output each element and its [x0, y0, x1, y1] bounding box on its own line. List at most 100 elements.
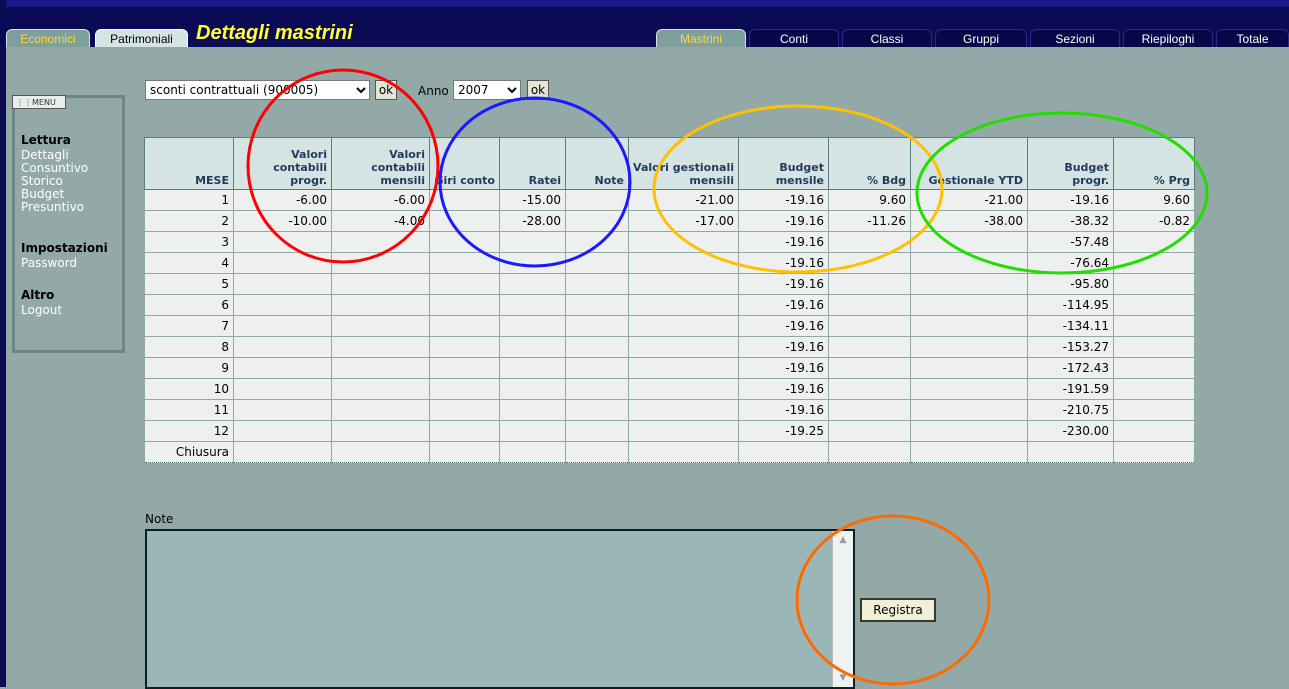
- scroll-down-icon[interactable]: ▼: [833, 669, 853, 687]
- tab-sezioni[interactable]: Sezioni: [1030, 29, 1120, 47]
- value-cell: [910, 273, 1028, 295]
- value-cell: [233, 378, 332, 400]
- value-cell: [429, 273, 500, 295]
- value-cell: [499, 315, 566, 337]
- value-cell: [1113, 378, 1195, 400]
- year-select[interactable]: 2007: [453, 80, 521, 100]
- value-cell: [499, 378, 566, 400]
- tab-mastrini[interactable]: Mastrini: [656, 29, 746, 47]
- value-cell: [565, 210, 629, 232]
- value-cell: -6.00: [233, 189, 332, 211]
- tab-economici[interactable]: Economici: [6, 29, 90, 47]
- value-cell: [628, 336, 739, 358]
- value-cell: [828, 315, 911, 337]
- account-ok-button[interactable]: ok: [375, 80, 397, 100]
- menu-item-storico[interactable]: Storico: [21, 174, 63, 188]
- value-cell: [910, 336, 1028, 358]
- value-cell: [565, 357, 629, 379]
- table-row: 12 -19.25 -230.00: [144, 420, 1195, 442]
- value-cell: [429, 252, 500, 274]
- table-row: 9 -19.16 -172.43: [144, 357, 1195, 379]
- value-cell: [565, 231, 629, 253]
- value-cell: -172.43: [1027, 357, 1114, 379]
- value-cell: -19.16: [738, 189, 829, 211]
- value-cell: [233, 315, 332, 337]
- value-cell: -19.16: [738, 378, 829, 400]
- value-cell: -0.82: [1113, 210, 1195, 232]
- scroll-up-icon[interactable]: ▲: [833, 531, 853, 549]
- value-cell: [1113, 231, 1195, 253]
- value-cell: -6.00: [331, 189, 430, 211]
- tab-patrimoniali[interactable]: Patrimoniali: [95, 29, 188, 47]
- value-cell: [331, 273, 430, 295]
- registra-button[interactable]: Registra: [860, 598, 936, 622]
- menu-item-consuntivo[interactable]: Consuntivo: [21, 161, 88, 175]
- value-cell: [828, 420, 911, 442]
- value-cell: -134.11: [1027, 315, 1114, 337]
- value-cell: -191.59: [1027, 378, 1114, 400]
- value-cell: [331, 294, 430, 316]
- month-cell: 10: [144, 378, 234, 400]
- value-cell: [828, 399, 911, 421]
- menu-item-dettagli[interactable]: Dettagli: [21, 148, 69, 162]
- value-cell: [1113, 336, 1195, 358]
- tab-totale[interactable]: Totale: [1216, 29, 1289, 47]
- tab-conti[interactable]: Conti: [749, 29, 839, 47]
- value-cell: [429, 189, 500, 211]
- menu-item-password[interactable]: Password: [21, 256, 77, 270]
- value-cell: -95.80: [1027, 273, 1114, 295]
- table-row: 8 -19.16 -153.27: [144, 336, 1195, 358]
- value-cell: [828, 231, 911, 253]
- value-cell: -19.16: [1027, 189, 1114, 211]
- value-cell: -4.00: [331, 210, 430, 232]
- tab-gruppi[interactable]: Gruppi: [935, 29, 1027, 47]
- value-cell: [233, 399, 332, 421]
- column-header: Valori contabili mensili: [331, 137, 430, 190]
- value-cell: [429, 231, 500, 253]
- value-cell: [565, 315, 629, 337]
- column-header: Giri conto: [429, 137, 500, 190]
- value-cell: -11.26: [828, 210, 911, 232]
- value-cell: [565, 378, 629, 400]
- value-cell: [233, 420, 332, 442]
- column-header: Note: [565, 137, 629, 190]
- value-cell: [628, 441, 739, 463]
- table-row: 2 -10.00 -4.00 -28.00 -17.00 -19.16 -11.26 -38.…: [144, 210, 1195, 232]
- table-row: 1 -6.00 -6.00 -15.00 -21.00 -19.16 9.60 -21.00-…: [144, 189, 1195, 211]
- value-cell: [499, 231, 566, 253]
- menu-item-presuntivo[interactable]: Presuntivo: [21, 200, 84, 214]
- value-cell: [429, 336, 500, 358]
- value-cell: [233, 273, 332, 295]
- value-cell: [233, 357, 332, 379]
- month-cell: 12: [144, 420, 234, 442]
- value-cell: [1027, 441, 1114, 463]
- menu-item-budget[interactable]: Budget: [21, 187, 64, 201]
- value-cell: -153.27: [1027, 336, 1114, 358]
- value-cell: -19.16: [738, 231, 829, 253]
- value-cell: [565, 252, 629, 274]
- tab-riepiloghi[interactable]: Riepiloghi: [1123, 29, 1213, 47]
- value-cell: [828, 441, 911, 463]
- value-cell: [233, 252, 332, 274]
- menu-header: ⋮⋮MENU: [12, 95, 66, 109]
- month-cell: 2: [144, 210, 234, 232]
- value-cell: [628, 273, 739, 295]
- menu-item-logout[interactable]: Logout: [21, 303, 62, 317]
- value-cell: [1113, 252, 1195, 274]
- value-cell: [1113, 294, 1195, 316]
- value-cell: -10.00: [233, 210, 332, 232]
- year-label: Anno: [418, 84, 449, 98]
- column-header: Gestionale YTD: [910, 137, 1028, 190]
- value-cell: [331, 420, 430, 442]
- notes-scrollbar[interactable]: ▲ ▼: [832, 531, 853, 687]
- month-cell: 8: [144, 336, 234, 358]
- value-cell: [910, 420, 1028, 442]
- grip-icon: ⋮⋮: [16, 98, 32, 107]
- tab-classi[interactable]: Classi: [842, 29, 932, 47]
- value-cell: [499, 399, 566, 421]
- value-cell: [1113, 441, 1195, 463]
- account-select[interactable]: sconti contrattuali (900005): [145, 80, 370, 100]
- year-ok-button[interactable]: ok: [527, 80, 549, 100]
- value-cell: [233, 441, 332, 463]
- notes-textarea[interactable]: [145, 529, 855, 689]
